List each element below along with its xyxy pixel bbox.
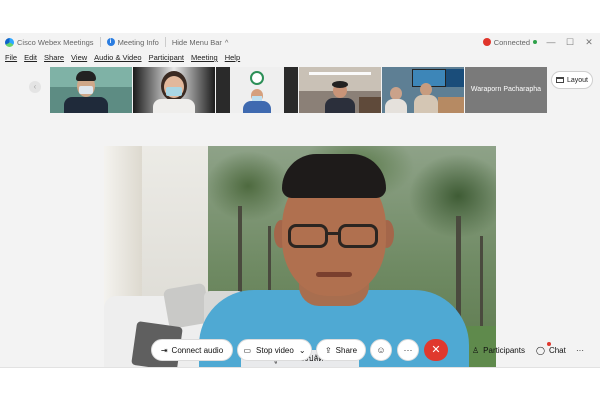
chat-icon: ◯ [536,345,545,355]
menu-share[interactable]: Share [44,53,64,65]
participant-tile[interactable]: Waraporn Pacharapha [465,67,547,113]
more-options-button[interactable]: ··· [397,339,419,361]
chat-notification-badge [547,342,551,346]
share-button[interactable]: ⇪ Share [316,339,366,361]
menu-participant[interactable]: Participant [149,53,184,65]
connection-status[interactable]: Connected [482,37,537,47]
participant-tile[interactable] [382,67,464,113]
meeting-info-label: Meeting Info [117,37,159,47]
more-icon: ··· [403,345,413,355]
more-icon: ··· [576,345,584,355]
close-window-button[interactable]: ✕ [584,37,594,48]
participant-tile[interactable] [50,67,132,113]
chevron-up-icon: ^ [224,37,229,47]
stop-video-button[interactable]: ▭ Stop video ⌄ [237,339,312,361]
connection-icon [482,38,491,46]
participants-button[interactable]: ♙ Participants [472,339,525,361]
more-controls-button[interactable]: ··· [576,339,584,361]
menu-edit[interactable]: Edit [24,53,37,65]
title-bar: Cisco Webex Meetings i Meeting Info Hide… [0,33,600,51]
hide-menu-bar-button[interactable]: Hide Menu Bar ^ [172,38,229,47]
layout-button[interactable]: Layout [551,71,593,89]
menu-meeting[interactable]: Meeting [191,53,218,65]
app-name: Cisco Webex Meetings [17,37,94,47]
participant-tile[interactable] [133,67,215,113]
layout-icon [555,77,564,83]
reactions-button[interactable]: ☺ [370,339,392,361]
participants-icon: ♙ [472,345,480,355]
minimize-button[interactable]: — [546,37,556,47]
hide-menu-bar-label: Hide Menu Bar [171,37,222,47]
connect-audio-button[interactable]: ⇥ Connect audio [151,339,233,361]
smiley-icon: ☺ [376,345,386,355]
layout-label: Layout [566,76,589,84]
chat-button[interactable]: ◯ Chat [536,339,566,361]
chevron-down-icon[interactable]: ⌄ [299,346,306,355]
share-label: Share [335,345,358,355]
stop-video-label: Stop video [256,345,294,355]
video-camera-icon: ▭ [243,345,252,355]
participant-tile[interactable] [299,67,381,113]
menu-view[interactable]: View [71,53,87,65]
connection-label: Connected [493,37,530,47]
menu-bar: File Edit Share View Audio & Video Parti… [0,53,240,65]
connect-audio-label: Connect audio [171,345,224,355]
participant-tile[interactable] [216,67,298,113]
divider [99,37,101,47]
participant-name: Waraporn Pacharapha [465,67,547,113]
divider [0,367,600,368]
active-speaker-video[interactable] [104,146,496,368]
webex-window: Cisco Webex Meetings i Meeting Info Hide… [0,33,600,368]
chat-label: Chat [548,345,566,355]
filmstrip-prev-button[interactable]: ‹ [29,81,41,93]
maximize-button[interactable]: ☐ [565,37,575,48]
webex-logo-icon [5,37,14,47]
audio-connect-icon: ⇥ [160,345,168,355]
share-icon: ⇪ [324,345,332,355]
app-title: Cisco Webex Meetings [5,37,94,47]
menu-help[interactable]: Help [225,53,240,65]
participants-label: Participants [483,345,525,355]
info-icon: i [106,38,115,46]
menu-audio-video[interactable]: Audio & Video [94,53,141,65]
meeting-info-button[interactable]: i Meeting Info [106,37,159,47]
speaker-person [199,148,469,368]
glasses [288,224,382,250]
status-dot-icon [533,40,537,44]
divider [164,37,166,47]
menu-file[interactable]: File [5,53,17,65]
leave-meeting-button[interactable]: ✕ [424,339,448,361]
